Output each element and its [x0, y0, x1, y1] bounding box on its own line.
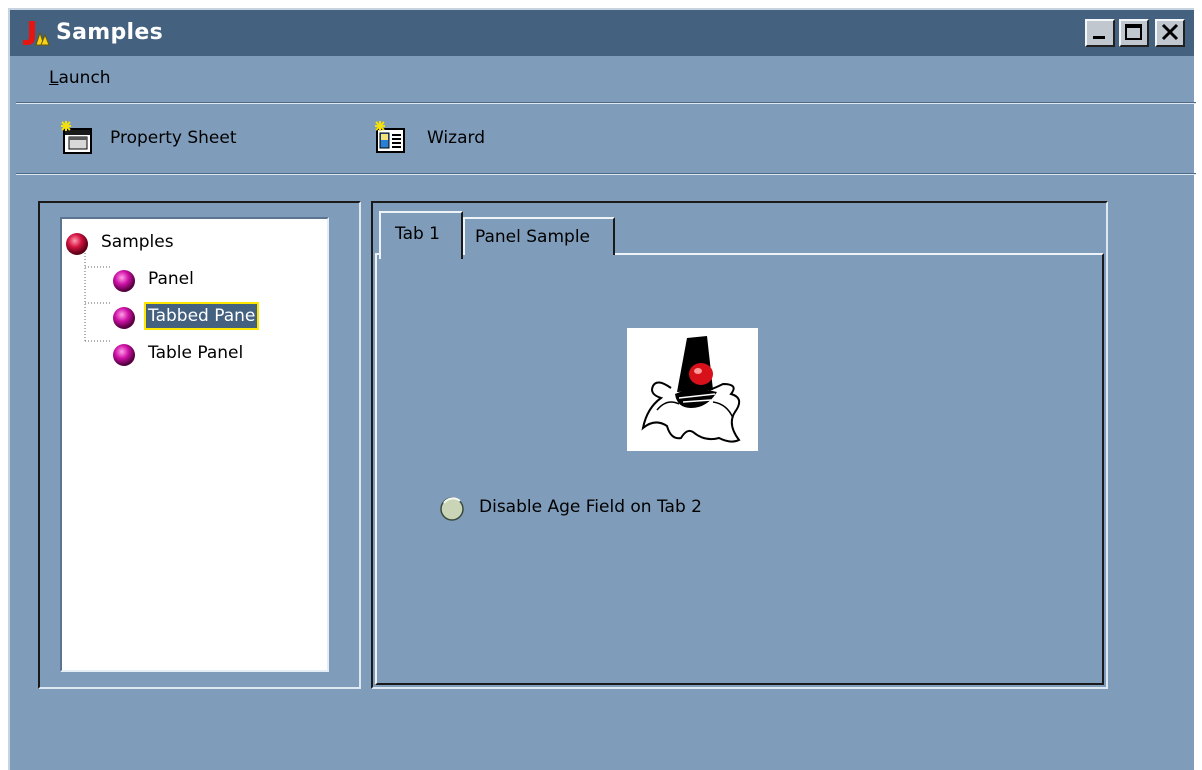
- tree-node-label: Table Panel: [148, 343, 244, 363]
- window-title: Samples: [56, 20, 164, 45]
- toolbar-separator: [16, 173, 1196, 175]
- wizard-label: Wizard: [427, 128, 485, 148]
- tab-label: Tab 1: [395, 224, 440, 244]
- title-bar[interactable]: Samples: [10, 10, 1194, 56]
- property-sheet-icon: [61, 121, 92, 154]
- duke-mascot-image: [627, 328, 758, 451]
- tab-frame: Disable Age Field on Tab 2 Panel Sample …: [371, 201, 1108, 689]
- tree-node-ball-icon: [113, 307, 135, 329]
- property-sheet-button[interactable]: Property Sheet: [58, 120, 258, 156]
- tree-node-label: Samples: [101, 232, 174, 252]
- tree-node-label: Panel: [148, 269, 194, 289]
- menu-separator: [16, 102, 1196, 104]
- java-app-icon: [23, 21, 50, 46]
- tab-panel-sample[interactable]: Panel Sample: [463, 217, 615, 255]
- minimize-button[interactable]: [1085, 19, 1115, 47]
- radio-label: Disable Age Field on Tab 2: [479, 497, 702, 517]
- tab-label: Panel Sample: [475, 227, 591, 247]
- tree-node-ball-icon: [66, 233, 88, 255]
- wizard-icon: [375, 121, 405, 153]
- menu-launch[interactable]: Launch: [49, 68, 111, 88]
- property-sheet-label: Property Sheet: [110, 128, 237, 148]
- tab-tab1[interactable]: Tab 1: [379, 211, 463, 259]
- samples-tree[interactable]: Samples Panel Tabbed Pane Table Panel: [60, 217, 329, 672]
- maximize-icon: [1125, 24, 1142, 40]
- tree-node-ball-icon: [113, 344, 135, 366]
- tab-1-panel: Disable Age Field on Tab 2: [375, 253, 1104, 685]
- radio-button-icon[interactable]: [439, 495, 467, 523]
- samples-window: Samples Launch Property Sheet Wizard Sam…: [8, 8, 1196, 770]
- tree-node-ball-icon: [113, 270, 135, 292]
- tree-frame: Samples Panel Tabbed Pane Table Panel: [38, 201, 361, 689]
- menu-bar: Launch: [10, 58, 1194, 102]
- minimize-icon: [1093, 36, 1105, 39]
- wizard-button[interactable]: Wizard: [372, 120, 502, 156]
- maximize-button[interactable]: [1119, 19, 1149, 47]
- menu-launch-label: aunch: [58, 68, 111, 88]
- close-icon: [1161, 23, 1179, 41]
- close-button[interactable]: [1155, 19, 1185, 47]
- tree-node-label-selected: Tabbed Pane: [143, 302, 260, 330]
